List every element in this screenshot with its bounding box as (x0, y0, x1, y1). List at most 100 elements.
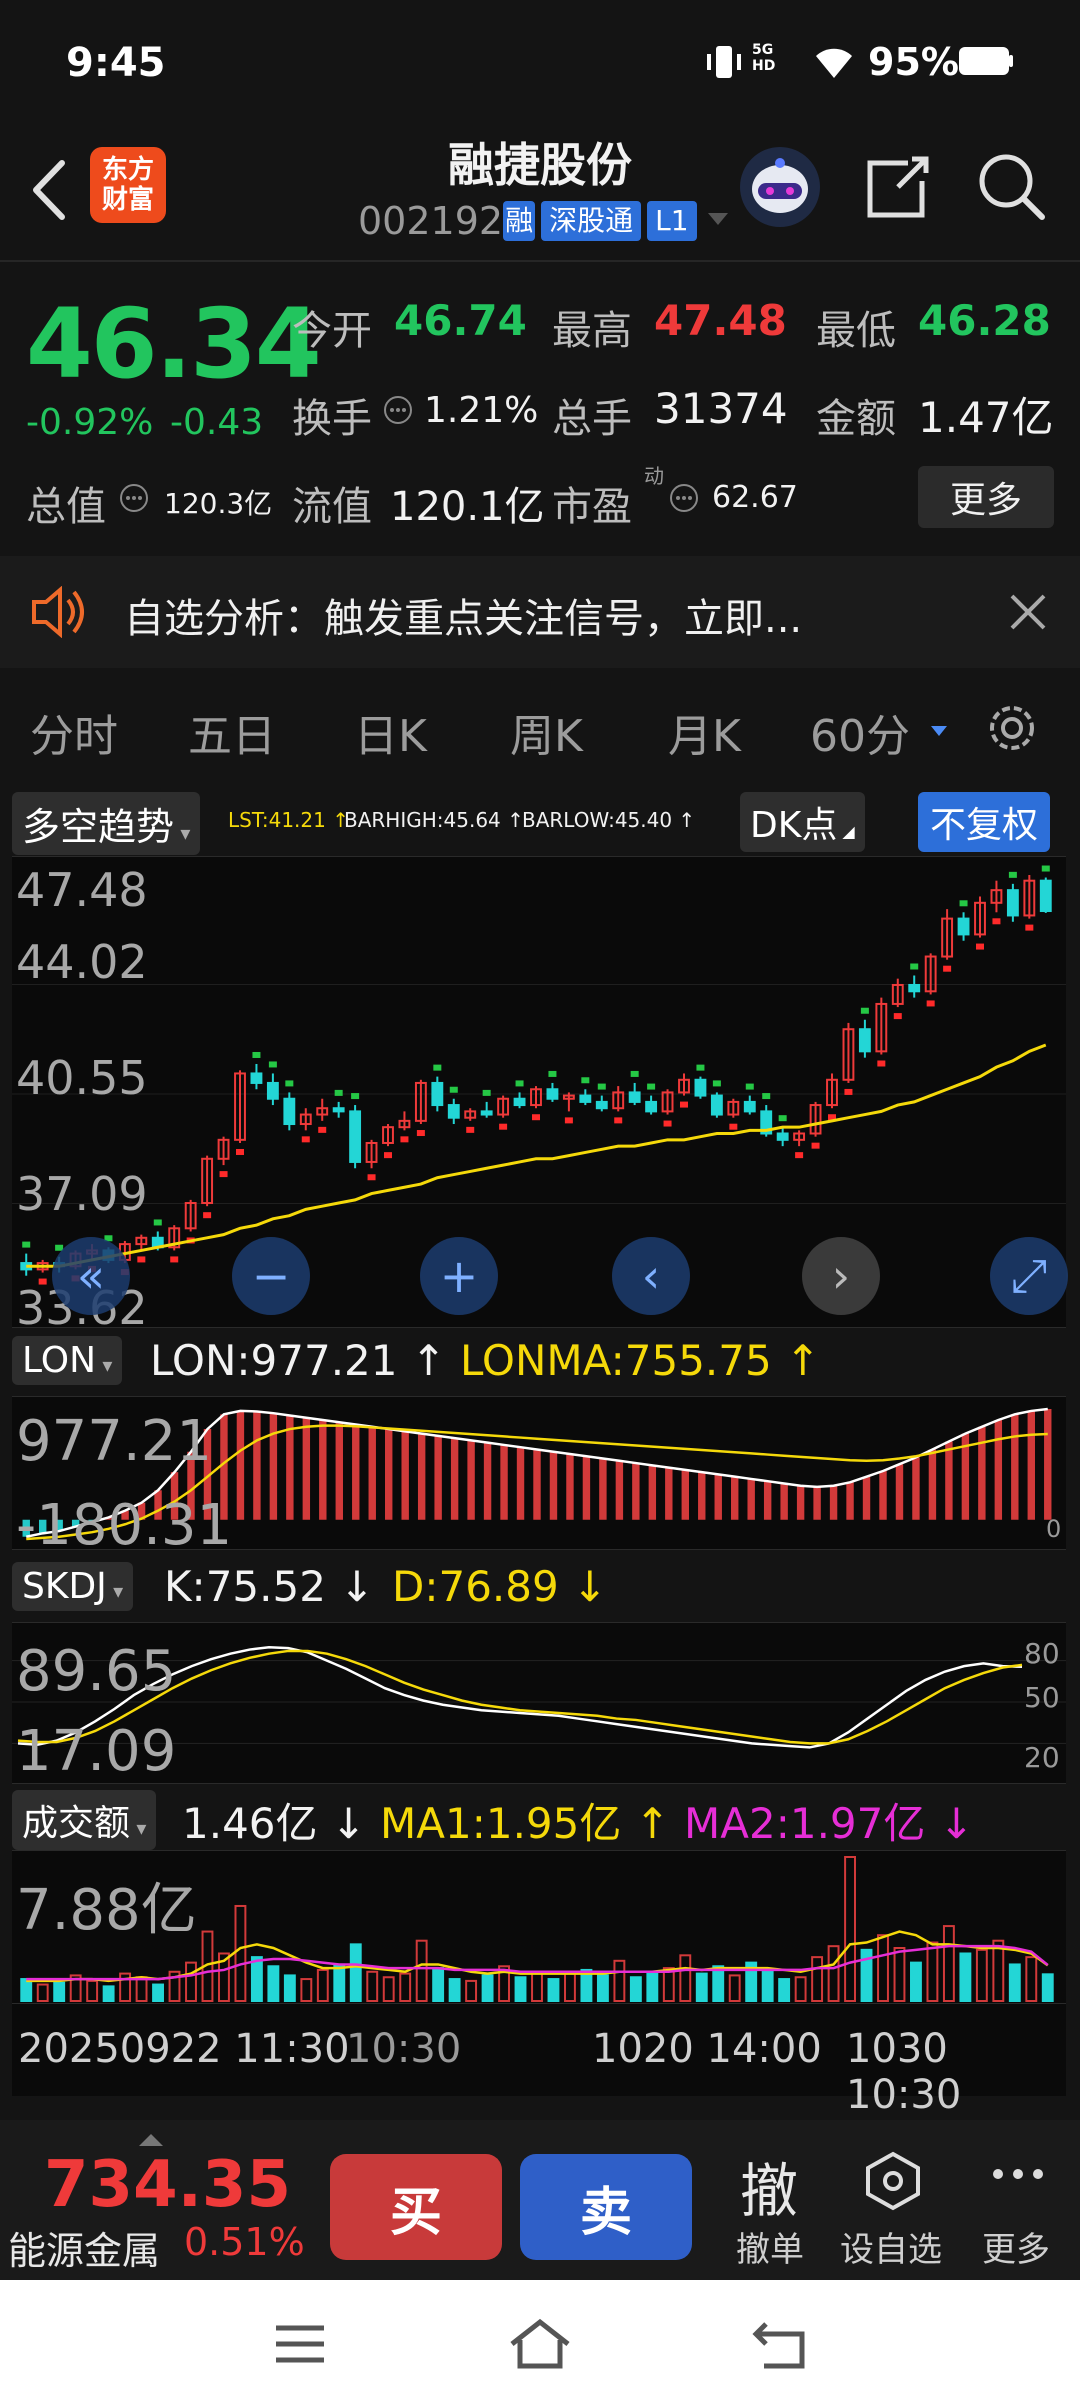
x-label-left: 20250922 11:30 (18, 2026, 350, 2072)
candle-body (447, 1104, 460, 1119)
candle-body (431, 1081, 444, 1107)
trend-marker (811, 1142, 820, 1149)
quote-panel: 46.34 -0.92% -0.43 今开 46.74 最高 47.48 最低 … (0, 262, 1080, 552)
trend-marker (449, 1086, 458, 1093)
volume-bar (135, 1976, 148, 2002)
low-label: 最低 (816, 308, 896, 354)
trend-marker (597, 1083, 606, 1090)
volume-ma1: MA1:1.95亿 ↑ (380, 1799, 670, 1848)
scroll-right-icon[interactable]: › (802, 1237, 880, 1315)
volume-bar (564, 1972, 576, 2002)
trend-marker (778, 1115, 787, 1122)
amount-value: 1.47亿 (918, 393, 1054, 442)
stock-code-row[interactable]: 002192 融 深股通 L1 (358, 199, 729, 243)
more-button[interactable]: 更多 (918, 466, 1054, 528)
info-icon[interactable] (382, 394, 414, 430)
tab-intraday[interactable]: 分时 (30, 700, 118, 764)
add-watchlist-button[interactable]: 设自选 (840, 2222, 942, 2271)
trend-marker (696, 1064, 705, 1071)
candle-chart-panel[interactable]: 47.48 44.02 40.55 37.09 33.62 « − + ‹ › … (12, 856, 1068, 1335)
dk-point-select[interactable]: DK点 ◢ (740, 792, 865, 852)
info-icon[interactable] (118, 482, 150, 518)
volume-name: 成交额 (22, 1803, 131, 1844)
high-value: 47.48 (654, 296, 787, 345)
skdj-20: 20 (1024, 1741, 1060, 1774)
candle-chart[interactable] (12, 857, 1066, 1327)
zoom-in-icon[interactable]: + (420, 1237, 498, 1315)
tab-monthly[interactable]: 月K (668, 700, 741, 764)
tab-five-day[interactable]: 五日 (188, 700, 276, 764)
more-menu-button[interactable]: 更多 (982, 2222, 1050, 2271)
home-icon[interactable] (508, 2316, 572, 2376)
barhigh-value: BARHIGH:45.64 ↑ (344, 808, 524, 832)
trend-marker (976, 943, 984, 950)
volume-bar (36, 1983, 49, 2002)
candle-body (349, 1110, 362, 1163)
trend-marker (1025, 924, 1034, 931)
zoom-out-icon[interactable]: − (232, 1237, 310, 1315)
volume-bar (185, 1961, 197, 2002)
volume-value: 31374 (654, 384, 788, 433)
gear-icon[interactable] (982, 698, 1042, 762)
lon-chart-panel[interactable]: 977.21 -180.31 0 (12, 1396, 1066, 1558)
share-icon[interactable] (862, 151, 934, 227)
volume-bar (349, 1943, 362, 2002)
fullscreen-icon[interactable]: ⤢ (990, 1237, 1068, 1315)
scroll-left-fast-icon[interactable]: « (52, 1237, 130, 1315)
close-icon[interactable] (1008, 592, 1048, 636)
cancel-order-button[interactable]: 撤单 (736, 2222, 804, 2271)
turnover-value: 1.21% (424, 390, 539, 431)
change-percent: -0.92% (26, 402, 154, 443)
volume-bar (959, 1952, 972, 2003)
main-chart-header: 多空趋势 ▾ LST:41.21 ↑ BARHIGH:45.64 ↑ BARLO… (0, 784, 1080, 855)
volume-bar (992, 1939, 1005, 2003)
volume-select[interactable]: 成交额 ▾ (12, 1790, 157, 1850)
y-tick-label: 44.02 (16, 935, 148, 989)
trend-marker (795, 1152, 804, 1159)
skdj-select[interactable]: SKDJ ▾ (12, 1562, 134, 1611)
candle-body (332, 1107, 345, 1113)
pe-value: 62.67 (712, 480, 798, 515)
search-icon[interactable] (976, 151, 1048, 227)
trend-marker (548, 1070, 557, 1077)
adjust-toggle[interactable]: 不复权 (918, 792, 1051, 852)
menu-icon[interactable] (272, 2322, 328, 2370)
scroll-left-icon[interactable]: ‹ (612, 1237, 690, 1315)
candle-body (513, 1097, 526, 1107)
cancel-icon[interactable]: 撤 (740, 2144, 798, 2228)
skdj-chart-panel[interactable]: 89.65 17.09 80 50 20 (12, 1622, 1066, 1784)
status-bar: 9:45 5G HD 95% (0, 0, 1080, 125)
tab-weekly[interactable]: 周K (510, 700, 583, 764)
candle-body (1006, 889, 1019, 917)
watchlist-icon[interactable] (862, 2150, 924, 2216)
trend-marker (893, 1013, 902, 1020)
sell-button[interactable]: 卖 (520, 2154, 692, 2260)
volume-bar (300, 1978, 313, 2002)
index-value[interactable]: 734.35 (44, 2148, 291, 2222)
alert-bar[interactable]: 自选分析：触发重点关注信号，立即... (0, 556, 1080, 668)
volume-bar (53, 1981, 66, 2003)
trend-marker (1041, 865, 1050, 872)
more-icon[interactable] (990, 2154, 1046, 2198)
info-icon[interactable] (668, 482, 700, 518)
trend-marker (630, 1070, 639, 1077)
trend-marker (532, 1114, 540, 1121)
volume-bar (333, 1963, 346, 2002)
buy-button[interactable]: 买 (330, 2154, 502, 2260)
volume-chart-panel[interactable]: 7.88亿 (12, 1850, 1066, 2004)
tab-60min[interactable]: 60分 (810, 700, 910, 764)
robot-assistant-icon[interactable] (740, 147, 820, 227)
tab-daily[interactable]: 日K (354, 700, 427, 764)
volume-bar (415, 1939, 428, 2003)
back-nav-icon[interactable] (752, 2320, 812, 2376)
trend-marker (943, 965, 952, 972)
trend-marker (844, 1088, 853, 1095)
trend-marker (614, 1117, 623, 1124)
lon-select[interactable]: LON ▾ (12, 1336, 123, 1385)
trade-bar: 734.35 能源金属 0.51% 买 卖 撤 撤单 设自选 更多 (0, 2120, 1080, 2280)
trend-marker (153, 1219, 162, 1226)
system-nav-bar (0, 2280, 1080, 2408)
skdj-y-top: 89.65 (16, 1639, 177, 1704)
indicator-select[interactable]: 多空趋势 ▾ (12, 792, 201, 855)
lon-y-top: 977.21 (16, 1409, 212, 1474)
